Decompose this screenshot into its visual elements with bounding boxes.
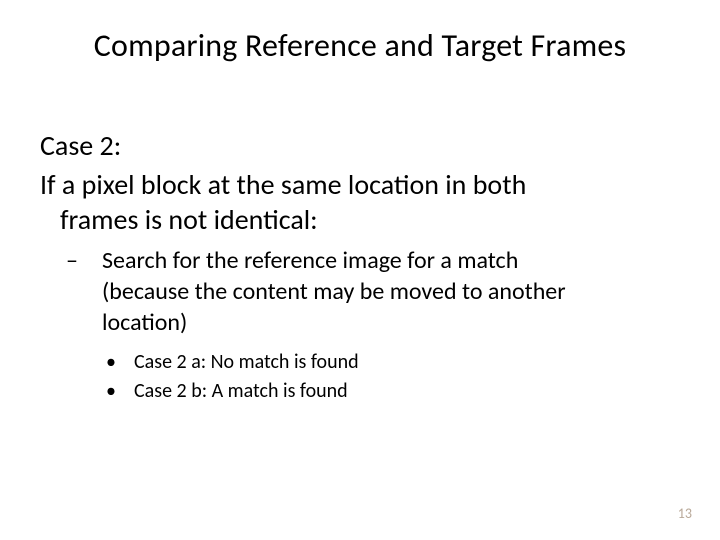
dash-icon: – [84, 245, 102, 276]
bullet-icon: • [120, 378, 134, 405]
case-2b: •Case 2 b: A match is found [40, 378, 672, 405]
slide-title: Comparing Reference and Target Frames [0, 26, 720, 65]
case-desc-line1: If a pixel block at the same location in… [40, 167, 526, 202]
case-label: Case 2: [40, 128, 672, 163]
subpoint-search: –Search for the reference image for a ma… [40, 245, 672, 339]
case-desc-line2: frames is not identical: [40, 202, 318, 237]
sub1-line1: Search for the reference image for a mat… [102, 246, 518, 275]
slide-body: Case 2: If a pixel block at the same loc… [40, 128, 672, 405]
case-2b-text: Case 2 b: A match is found [134, 379, 348, 403]
bullet-icon: • [120, 349, 134, 376]
case-2a: •Case 2 a: No match is found [40, 349, 672, 376]
page-number: 13 [678, 505, 692, 522]
case-2a-text: Case 2 a: No match is found [134, 350, 359, 374]
sub1-line2: (because the content may be moved to ano… [102, 277, 566, 306]
slide: Comparing Reference and Target Frames Ca… [0, 0, 720, 540]
case-description: If a pixel block at the same location in… [40, 167, 672, 237]
sub1-line3: location) [102, 308, 187, 337]
